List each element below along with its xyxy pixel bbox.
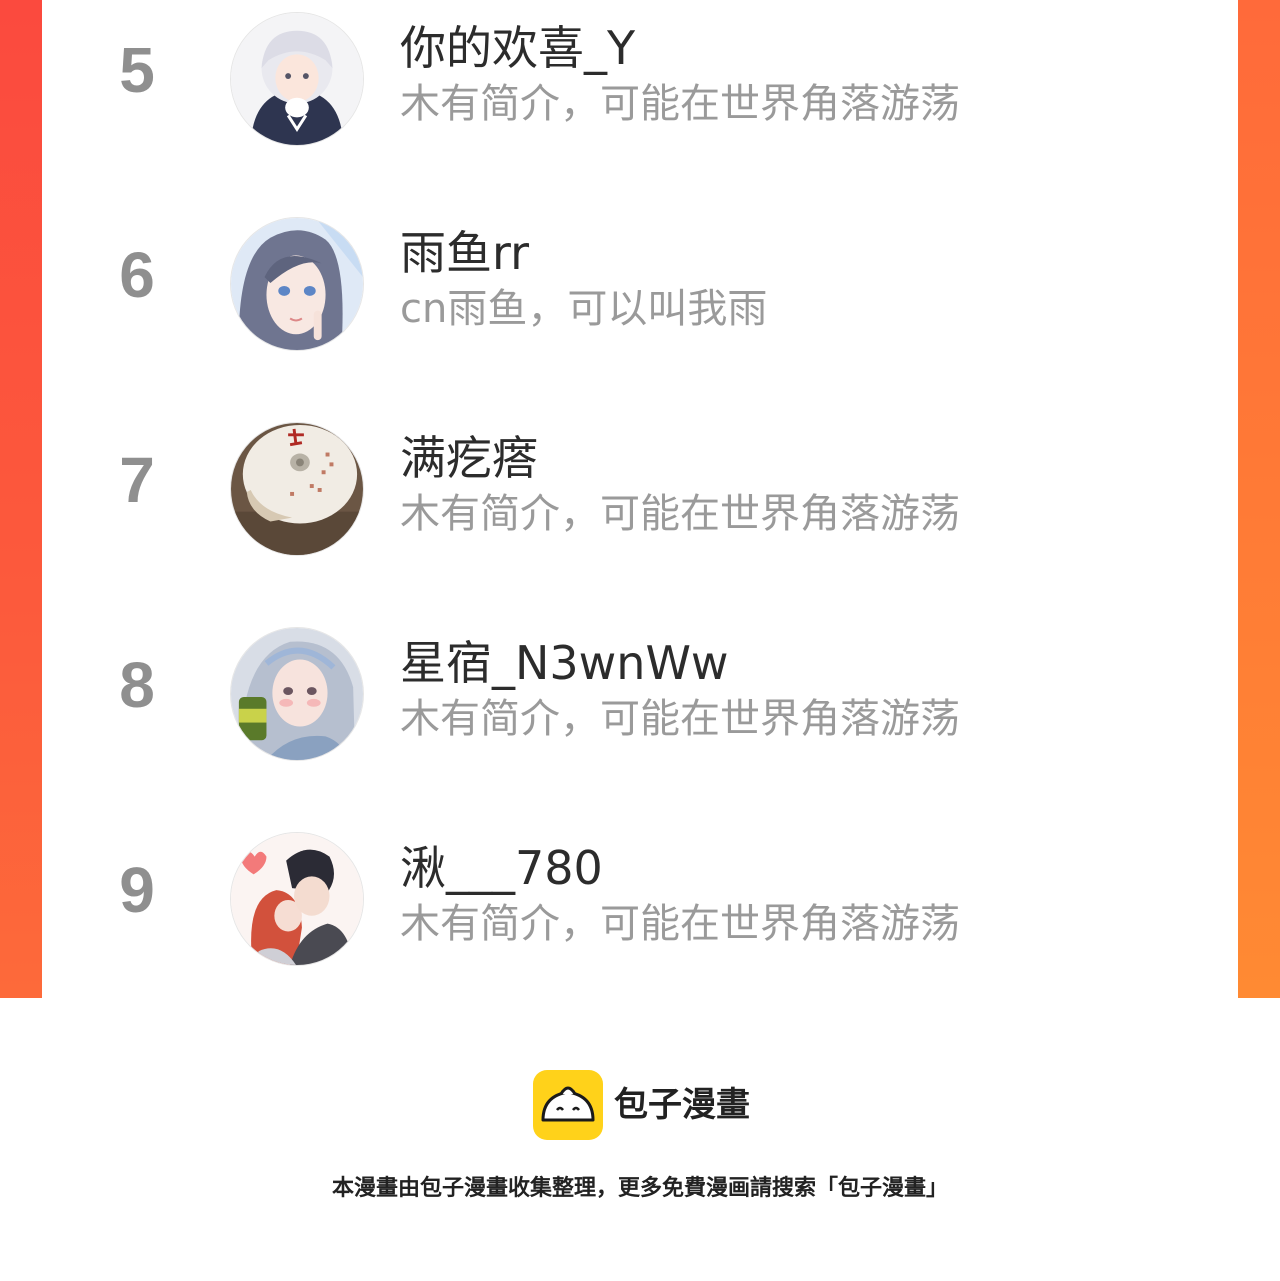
user-bio: 木有简介，可能在世界角落游荡: [400, 901, 960, 947]
kissing-couple-avatar[interactable]: [230, 832, 364, 966]
rank-number: 7: [119, 444, 155, 516]
rank-number: 6: [119, 239, 155, 311]
rank-number: 5: [119, 34, 155, 106]
baozi-bun-icon: [533, 1070, 603, 1140]
porcelain-bowl-avatar[interactable]: [230, 422, 364, 556]
rank-number: 9: [119, 854, 155, 926]
right-gradient-border: [1238, 0, 1280, 998]
user-bio: 木有简介，可能在世界角落游荡: [400, 81, 960, 127]
ranking-panel: 5 你的欢喜_Y 木有简介，可能在世界角落游荡 6 雨鱼rr cn雨鱼，可以叫我…: [42, 0, 1238, 998]
anime-girl-blue-eyes-avatar[interactable]: [230, 217, 364, 351]
footer-disclaimer: 本漫畫由包子漫畫收集整理，更多免費漫画請搜索「包子漫畫」: [331, 1176, 948, 1201]
username[interactable]: 雨鱼rr: [400, 227, 529, 279]
rank-number: 8: [119, 649, 155, 721]
username[interactable]: 你的欢喜_Y: [400, 22, 635, 74]
user-bio: cn雨鱼，可以叫我雨: [400, 286, 768, 332]
ranking-row[interactable]: 6 雨鱼rr cn雨鱼，可以叫我雨: [42, 205, 1238, 351]
username[interactable]: 星宿_N3wnWw: [400, 637, 729, 689]
ranking-row[interactable]: 8 星宿_N3wnWw 木有简介，可能在世界角落游荡: [42, 615, 1238, 761]
anime-girl-white-hair-avatar[interactable]: [230, 12, 364, 146]
user-bio: 木有简介，可能在世界角落游荡: [400, 696, 960, 742]
left-gradient-border: [0, 0, 42, 998]
user-bio: 木有简介，可能在世界角落游荡: [400, 491, 960, 537]
ranking-row[interactable]: 5 你的欢喜_Y 木有简介，可能在世界角落游荡: [42, 0, 1238, 146]
username[interactable]: 满疙瘩: [400, 432, 538, 484]
brand-name: 包子漫畫: [614, 1085, 750, 1125]
ranking-row[interactable]: 7 满疙瘩 木有简介，可能在世界角落游荡: [42, 410, 1238, 556]
ranking-row[interactable]: 9 湫___780 木有简介，可能在世界角落游荡: [42, 820, 1238, 966]
username[interactable]: 湫___780: [400, 842, 603, 894]
girl-with-drink-can-avatar[interactable]: [230, 627, 364, 761]
